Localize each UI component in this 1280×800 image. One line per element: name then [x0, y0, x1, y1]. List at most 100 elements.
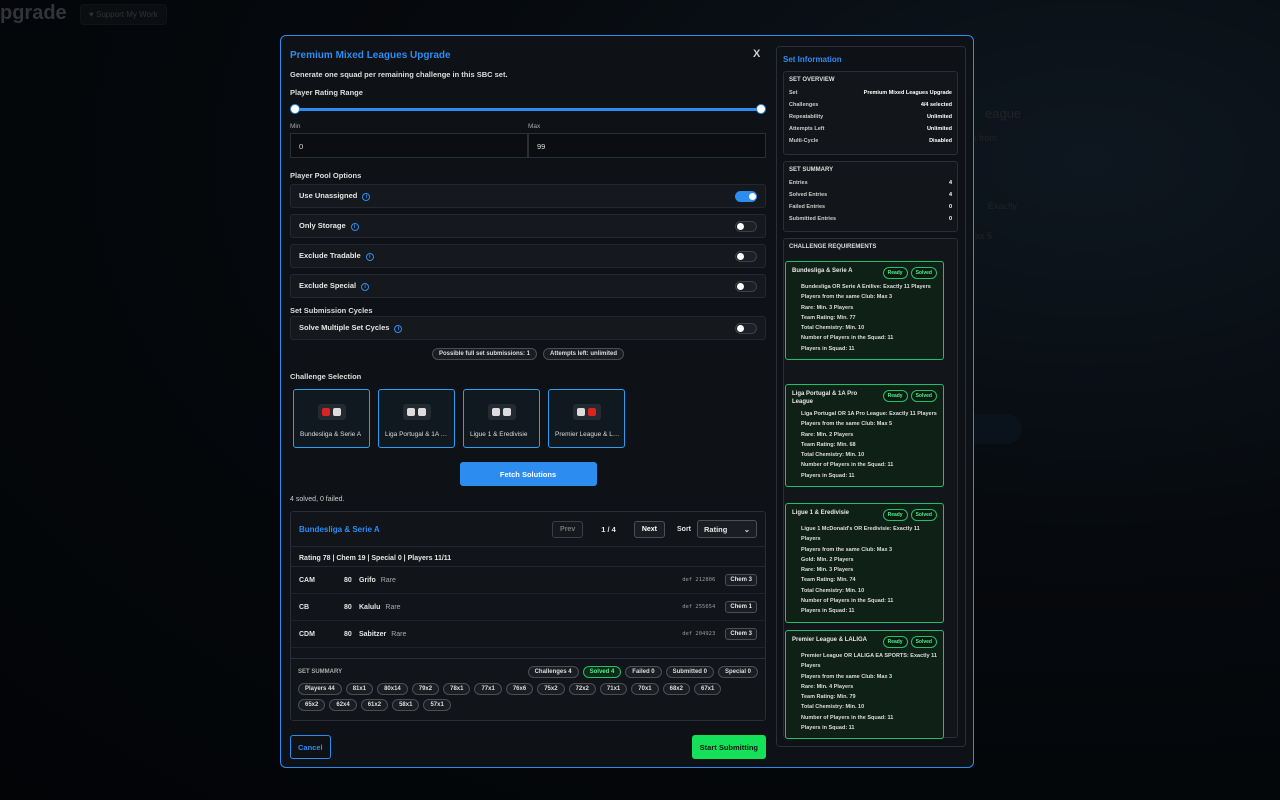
- requirement-name: Liga Portugal & 1A Pro League: [792, 391, 858, 405]
- set-information-panel: Set Information SET OVERVIEW Set Premium …: [776, 46, 966, 747]
- league-badge-icon: [577, 408, 585, 416]
- requirement-list: Liga Portugal OR 1A Pro League: Exactly …: [792, 409, 937, 481]
- slider-max-handle[interactable]: [756, 104, 766, 114]
- challenge-requirement-card: Premier League & LALIGA Ready Solved Premie…: [785, 630, 944, 740]
- player-position: CAM: [299, 576, 315, 584]
- challenge-card-label: Premier League & LALIGA: [555, 431, 620, 438]
- chevron-down-icon: ⌄: [743, 524, 750, 534]
- ready-badge: Ready: [882, 509, 908, 521]
- config-panel: Generate one squad per remaining challen…: [290, 70, 766, 721]
- player-chemistry: Chem 3: [725, 628, 757, 640]
- requirement-item: Gold: Min. 2 Players: [801, 556, 854, 563]
- next-button[interactable]: Next: [633, 520, 665, 538]
- league-logo-icon: [317, 404, 346, 420]
- cancel-button[interactable]: Cancel: [290, 735, 331, 759]
- solution-panel: Bundesliga & Serie A Prev 1 / 4 Next Sor…: [290, 511, 766, 721]
- set-information-title: Set Information: [783, 55, 842, 64]
- player-id: def 255654: [682, 604, 716, 610]
- info-icon[interactable]: i: [362, 192, 371, 201]
- requirement-item: Bundesliga OR Serie A Enilive: Exactly 1…: [801, 284, 931, 290]
- league-logos: [549, 404, 624, 420]
- min-rating-input[interactable]: 0: [290, 133, 528, 158]
- league-badge-icon: [588, 408, 596, 416]
- attempts-left-chip: Attempts left: unlimited: [543, 348, 625, 360]
- max-rating-input[interactable]: 99: [528, 133, 766, 158]
- toggle-switch[interactable]: [735, 190, 757, 202]
- info-icon[interactable]: i: [361, 282, 370, 291]
- requirement-item: Total Chemistry: Min. 10: [801, 704, 865, 711]
- requirement-item: Players in Squad: 11: [801, 725, 855, 732]
- prev-button[interactable]: Prev: [552, 520, 584, 538]
- toggle-row-multiple-cycles[interactable]: Solve Multiple Set Cycles i: [290, 316, 766, 340]
- set-summary-label: SET SUMMARY: [298, 669, 343, 675]
- requirement-item: Number of Players in the Squad: 11: [801, 462, 894, 469]
- player-chemistry: Chem 1: [725, 601, 757, 613]
- rating-range-slider[interactable]: [290, 101, 766, 119]
- rating-count-chip: 77x1: [474, 683, 502, 695]
- toggle-switch[interactable]: [735, 280, 757, 292]
- player-chemistry: Chem 3: [725, 574, 757, 586]
- rating-count-chip: 75x2: [537, 683, 565, 695]
- info-value: 0: [948, 204, 952, 210]
- challenge-requirement-card: Bundesliga & Serie A Ready Solved Bundeslig…: [785, 261, 944, 361]
- player-row[interactable]: CB 80 Kalulu Rare def 255654 Chem 1: [291, 594, 765, 621]
- rating-count-chip: 57x1: [423, 699, 451, 711]
- requirement-item: Ligue 1 McDonald's OR Eredivisie: Exactl…: [801, 526, 920, 543]
- requirement-item: Number of Players in the Squad: 11: [801, 335, 894, 342]
- modal-title: Premium Mixed Leagues Upgrade: [290, 50, 451, 61]
- requirement-name: Ligue 1 & Eredivisie: [792, 510, 850, 516]
- league-badge-icon: [333, 408, 341, 416]
- info-icon[interactable]: i: [365, 252, 374, 261]
- summary-chip: Solved 4: [582, 666, 622, 678]
- requirement-list: Ligue 1 McDonald's OR Eredivisie: Exactl…: [792, 524, 937, 617]
- requirement-item: Players from the same Club: Max 3: [801, 294, 893, 301]
- toggle-switch[interactable]: [735, 220, 757, 232]
- challenge-card[interactable]: Liga Portugal & 1A Pro League: [378, 389, 455, 448]
- player-name: Sabitzer: [359, 630, 387, 638]
- toggle-row-exclude-special[interactable]: Exclude Special i: [290, 274, 766, 298]
- close-button[interactable]: X: [753, 48, 760, 60]
- challenge-requirement-card: Ligue 1 & Eredivisie Ready Solved Ligue 1 M…: [785, 503, 944, 623]
- requirement-item: Players from the same Club: Max 3: [801, 673, 893, 680]
- info-value: 4: [948, 180, 952, 186]
- challenge-card[interactable]: Bundesliga & Serie A: [293, 389, 370, 448]
- player-row[interactable]: CDM 80 Sabitzer Rare def 204923 Chem 3: [291, 621, 765, 648]
- info-value: 0: [948, 216, 952, 222]
- fetch-solutions-button[interactable]: Fetch Solutions: [459, 462, 597, 486]
- player-row[interactable]: CAM 80 Grifo Rare def 212806 Chem 3: [291, 567, 765, 594]
- info-row: Attempts Left Unlimited: [789, 123, 952, 135]
- requirement-item: Rare: Min. 2 Players: [801, 431, 854, 438]
- player-position: CB: [299, 603, 310, 611]
- toggle-switch[interactable]: [735, 322, 757, 334]
- challenge-card-label: Ligue 1 & Eredivisie: [470, 431, 528, 438]
- requirement-item: Team Rating: Min. 77: [801, 314, 856, 321]
- toggle-switch[interactable]: [735, 250, 757, 262]
- sort-select[interactable]: Rating ⌄: [697, 520, 757, 538]
- result-status: 4 solved, 0 failed.: [290, 496, 345, 503]
- requirement-item: Premier League OR LALIGA EA SPORTS: Exac…: [801, 653, 937, 670]
- info-key: Solved Entries: [789, 192, 828, 198]
- challenge-card[interactable]: Premier League & LALIGA: [548, 389, 625, 448]
- rating-count-chip: 65x2: [298, 699, 326, 711]
- toggle-row-exclude-tradable[interactable]: Exclude Tradable i: [290, 244, 766, 268]
- challenge-card[interactable]: Ligue 1 & Eredivisie: [463, 389, 540, 448]
- possible-submissions-chip: Possible full set submissions: 1: [431, 348, 538, 360]
- challenge-card-label: Liga Portugal & 1A Pro League: [385, 431, 450, 438]
- player-rarity: Rare: [385, 603, 401, 611]
- requirement-item: Total Chemistry: Min. 10: [801, 587, 865, 594]
- slider-min-handle[interactable]: [290, 104, 300, 114]
- min-label: Min: [290, 123, 301, 130]
- info-icon[interactable]: i: [394, 324, 403, 333]
- requirement-list: Bundesliga OR Serie A Enilive: Exactly 1…: [792, 282, 937, 354]
- start-submitting-button[interactable]: Start Submitting: [691, 735, 766, 759]
- toggle-row-only-storage[interactable]: Only Storage i: [290, 214, 766, 238]
- info-icon[interactable]: i: [350, 222, 359, 231]
- requirement-header: Ligue 1 & Eredivisie Ready Solved: [792, 509, 937, 521]
- requirement-item: Team Rating: Min. 68: [801, 441, 856, 448]
- rating-count-chip: Players 44: [298, 683, 342, 695]
- toggle-row-use-unassigned[interactable]: Use Unassigned i: [290, 184, 766, 208]
- league-badge-icon: [503, 408, 511, 416]
- ready-badge: Ready: [882, 267, 908, 279]
- summary-chip: Special 0: [717, 666, 758, 678]
- player-rarity: Rare: [391, 630, 407, 638]
